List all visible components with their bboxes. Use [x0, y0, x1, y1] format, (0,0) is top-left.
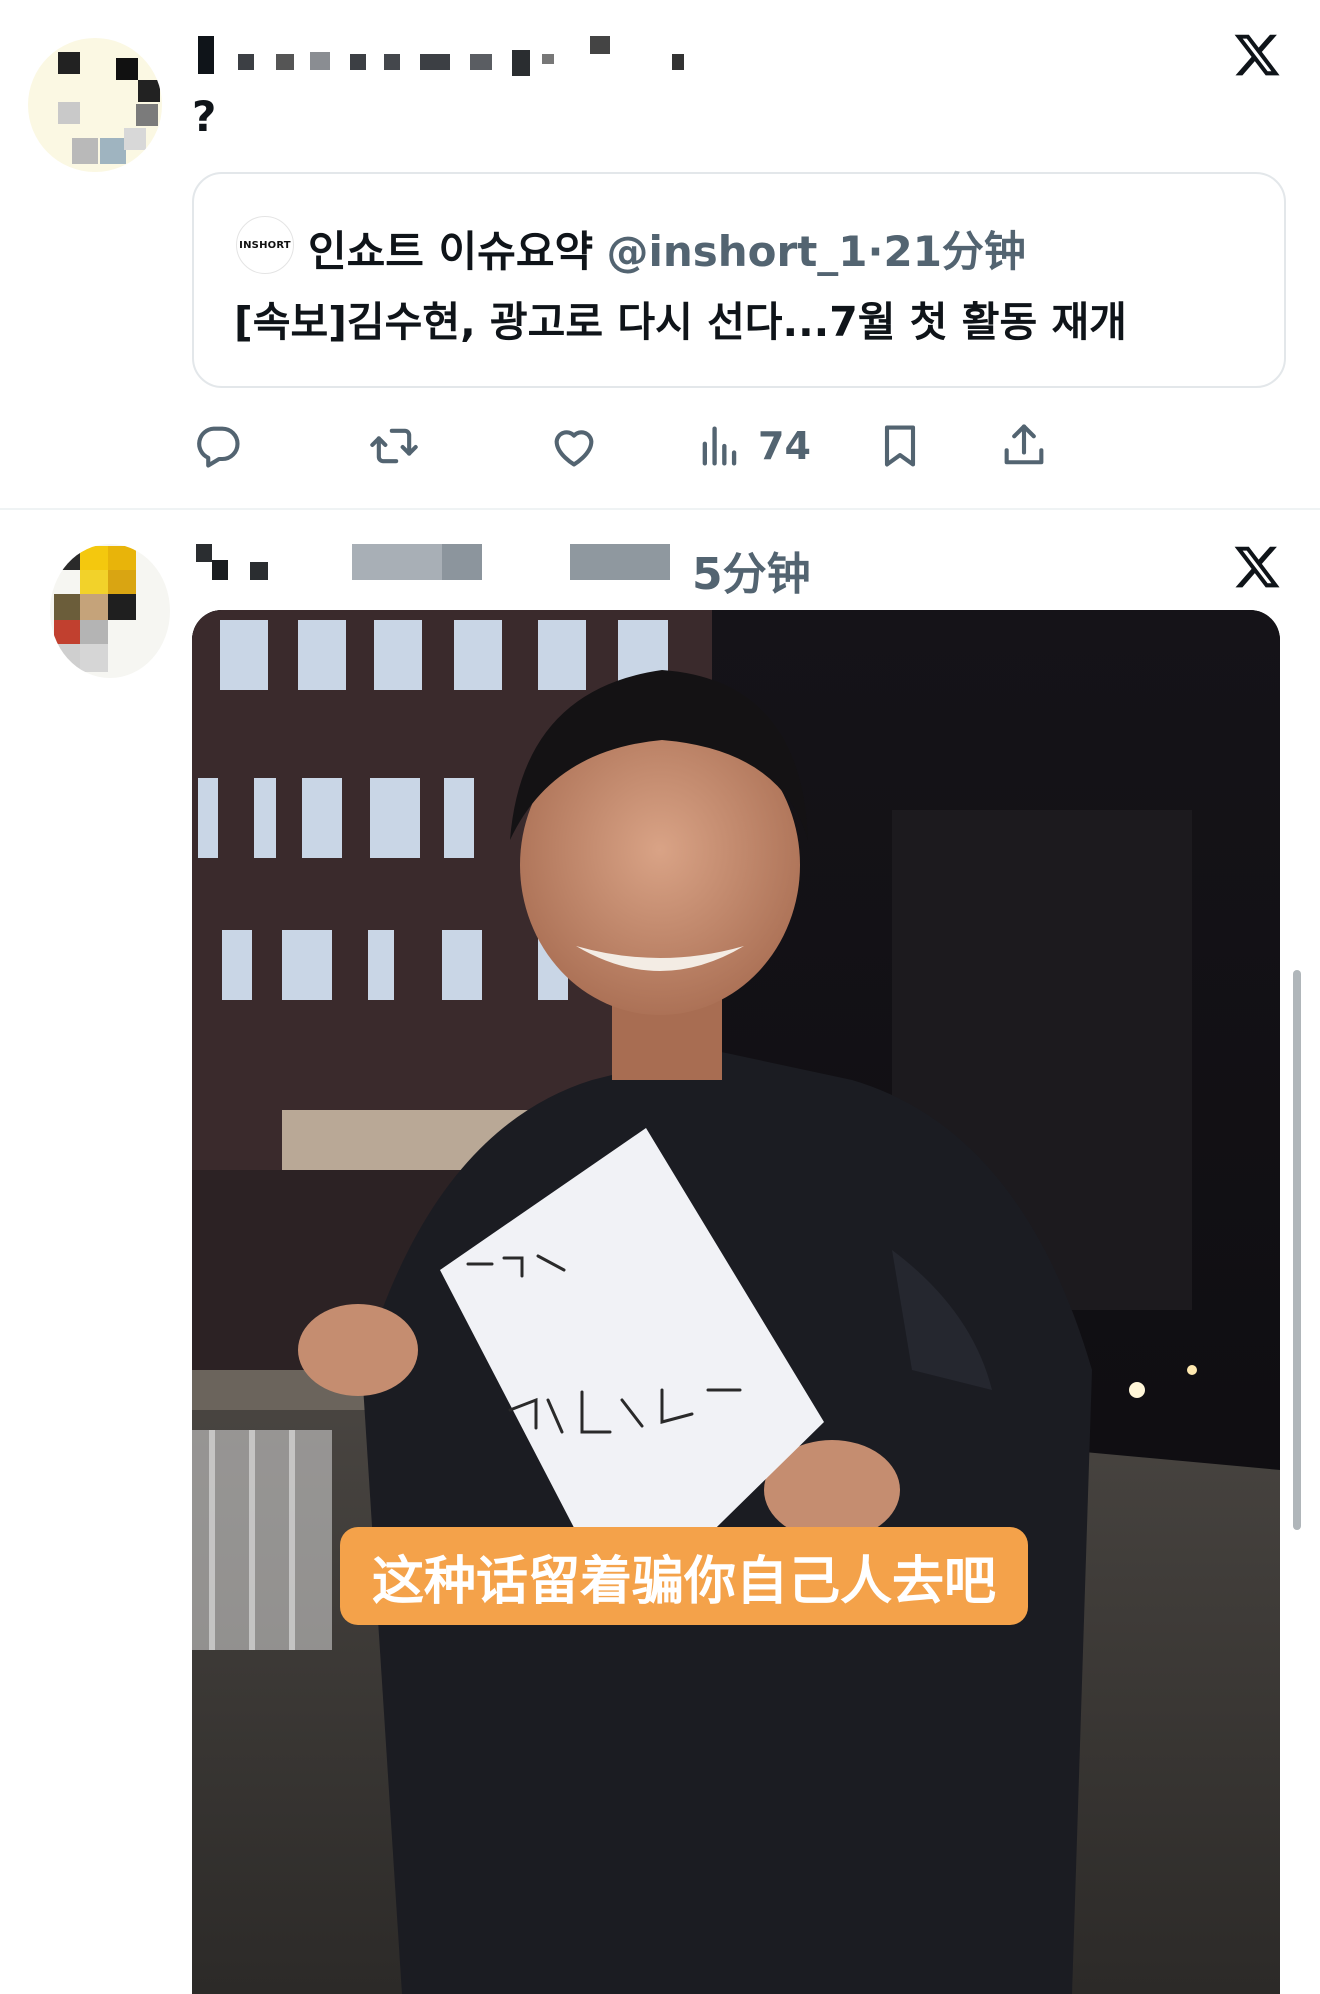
views-count: 74: [758, 424, 811, 468]
tweet-photo[interactable]: 这种话留着骗你自己人去吧: [192, 610, 1280, 1994]
heart-icon: [554, 430, 594, 467]
tweet-1[interactable]: ? INSHORT 인쇼트 이슈요약 @inshort_1·21分钟 [속보]김…: [0, 0, 1320, 508]
repost-button[interactable]: [368, 418, 420, 474]
views-icon: [702, 426, 737, 466]
x-logo-icon[interactable]: [1232, 30, 1282, 80]
avatar-redacted[interactable]: [28, 38, 162, 172]
repost-icon: [370, 428, 418, 464]
share-icon: [1004, 424, 1044, 465]
x-logo-icon[interactable]: [1232, 542, 1282, 592]
author-name-redacted[interactable]: [198, 36, 818, 76]
author-name-redacted[interactable]: [196, 544, 676, 584]
tweet-text: ?: [192, 92, 217, 141]
share-button[interactable]: [998, 418, 1050, 474]
like-button[interactable]: [548, 418, 600, 474]
reply-icon: [197, 426, 240, 468]
photo-scene: [192, 610, 1280, 1994]
avatar-redacted[interactable]: [50, 544, 170, 678]
quoted-tweet[interactable]: INSHORT 인쇼트 이슈요약 @inshort_1·21分钟 [속보]김수현…: [192, 172, 1286, 388]
tweet-time[interactable]: 5分钟: [692, 538, 811, 602]
bookmark-icon: [884, 425, 916, 467]
tweet-2[interactable]: 5分钟 这种话留着骗你自己人去吧: [0, 510, 1320, 1994]
quoted-header: 인쇼트 이슈요약 @inshort_1·21分钟: [308, 218, 1026, 279]
quoted-handle-time[interactable]: @inshort_1·21分钟: [606, 227, 1025, 276]
reply-button[interactable]: [192, 418, 244, 474]
views-button[interactable]: 74: [694, 418, 811, 474]
video-caption: 这种话留着骗你自己人去吧: [340, 1527, 1029, 1625]
quoted-author-name[interactable]: 인쇼트 이슈요약: [308, 227, 593, 276]
quoted-text: [속보]김수현, 광고로 다시 선다...7월 첫 활동 재개: [234, 298, 1127, 346]
bookmark-button[interactable]: [874, 418, 926, 474]
scrollbar[interactable]: [1293, 970, 1301, 1530]
action-bar: 74: [192, 410, 1292, 480]
quoted-avatar[interactable]: INSHORT: [236, 216, 294, 274]
